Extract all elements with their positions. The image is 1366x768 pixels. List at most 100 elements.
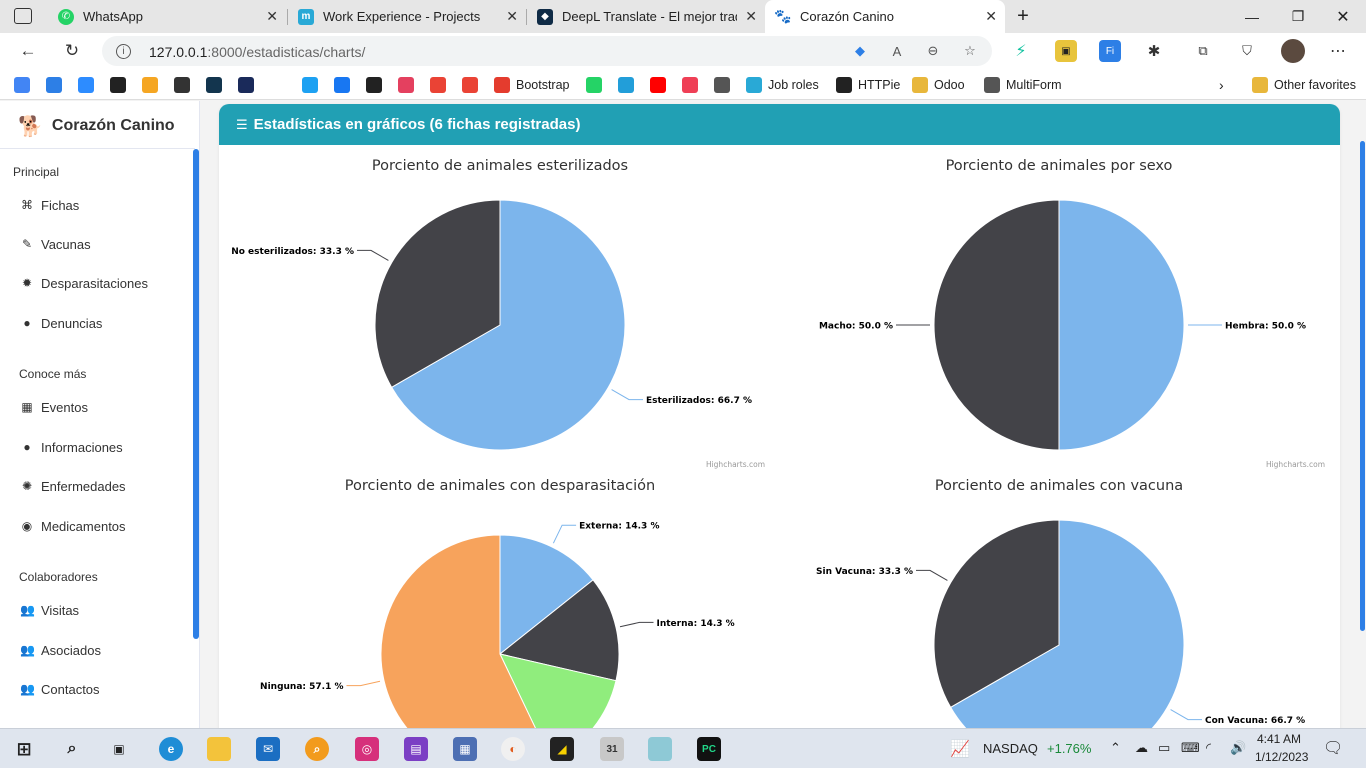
- bookmark-document[interactable]: [714, 76, 730, 94]
- bookmark-orange-circle[interactable]: [142, 76, 158, 94]
- main-scrollbar[interactable]: [1360, 141, 1365, 631]
- extension-icon[interactable]: ▣: [1055, 40, 1077, 62]
- calendar-app-icon[interactable]: 31: [600, 737, 624, 761]
- sidebar-item-denuncias[interactable]: ● Denuncias: [20, 313, 102, 333]
- tag-icon[interactable]: ◆: [850, 41, 870, 61]
- avatar[interactable]: [1281, 39, 1305, 63]
- close-icon[interactable]: ✕: [745, 8, 757, 25]
- tab-work-experience[interactable]: m Work Experience - Projects ✕: [288, 0, 526, 33]
- clapper-icon[interactable]: ▤: [404, 737, 428, 761]
- bookmark-pocket[interactable]: [682, 76, 698, 94]
- tab-actions-button[interactable]: [14, 8, 32, 24]
- edge-icon[interactable]: e: [159, 737, 183, 761]
- sidebar-item-informaciones[interactable]: ● Informaciones: [20, 437, 122, 457]
- bookmark-httpie[interactable]: HTTPie: [836, 76, 900, 94]
- bookmark-zoom[interactable]: [78, 76, 94, 94]
- sidebar-item-contactos[interactable]: 👥 Contactos: [20, 679, 100, 699]
- bookmark-telegram[interactable]: [618, 76, 634, 94]
- tab-deepl[interactable]: ◆ DeepL Translate - El mejor traduc ✕: [527, 0, 765, 33]
- bookmark-twitter[interactable]: [302, 76, 318, 94]
- file-explorer-icon[interactable]: [207, 737, 231, 761]
- sidebar-item-eventos[interactable]: ▦ Eventos: [20, 397, 88, 417]
- pycharm-icon[interactable]: PC: [697, 737, 721, 761]
- stock-name[interactable]: NASDAQ: [983, 741, 1038, 756]
- close-icon[interactable]: ✕: [266, 8, 278, 25]
- tab-whatsapp[interactable]: ✆ WhatsApp ✕: [48, 0, 286, 33]
- shield-icon[interactable]: ⛉: [1236, 40, 1258, 62]
- calculator-icon[interactable]: ▦: [453, 737, 477, 761]
- address-bar[interactable]: i 127.0.0.1:8000/estadisticas/charts/ ◆ …: [102, 36, 992, 66]
- bookmark-multiform[interactable]: MultiForm: [984, 76, 1062, 94]
- bookmark-youtube[interactable]: [650, 76, 666, 94]
- highcharts-credit[interactable]: Highcharts.com: [1266, 460, 1325, 469]
- bolt-icon[interactable]: ⚡: [1010, 40, 1032, 62]
- zoom-out-icon[interactable]: ⊖: [923, 41, 943, 61]
- close-icon[interactable]: ✕: [506, 8, 518, 25]
- cloud-icon[interactable]: ☁: [1135, 740, 1148, 756]
- sidebar-item-enfermedades[interactable]: ✺ Enfermedades: [20, 476, 126, 496]
- search-icon[interactable]: ⌕: [60, 737, 84, 761]
- chevron-up-icon[interactable]: ⌃: [1110, 740, 1121, 756]
- bookmark-gmail[interactable]: [462, 76, 478, 94]
- volume-icon[interactable]: 🔊: [1230, 740, 1246, 756]
- minimize-button[interactable]: —: [1229, 0, 1275, 33]
- restore-button[interactable]: ❐: [1275, 0, 1321, 33]
- task-view-icon[interactable]: ▣: [107, 737, 131, 761]
- close-icon[interactable]: ✕: [985, 8, 997, 25]
- sidebar-item-asociados[interactable]: 👥 Asociados: [20, 640, 101, 660]
- collections-icon[interactable]: ⧉: [1192, 40, 1214, 62]
- close-window-button[interactable]: ✕: [1320, 0, 1366, 33]
- more-menu-icon[interactable]: ⋯: [1327, 40, 1349, 62]
- bookmark-search[interactable]: [46, 76, 62, 94]
- clock-date[interactable]: 1/12/2023: [1255, 750, 1308, 764]
- sidebar-item-medicamentos[interactable]: ◉ Medicamentos: [20, 516, 126, 536]
- meet-now-icon[interactable]: ▭: [1158, 740, 1170, 756]
- bookmark-bootstrap[interactable]: Bootstrap: [494, 76, 570, 94]
- bookmark-instagram[interactable]: [398, 76, 414, 94]
- tab-corazon-canino[interactable]: 🐾 Corazón Canino ✕: [765, 0, 1005, 33]
- puzzle-icon[interactable]: ✱: [1143, 40, 1165, 62]
- pie-slice-macho[interactable]: [933, 199, 1060, 451]
- bookmark-job-roles[interactable]: Job roles: [746, 76, 819, 94]
- keyboard-icon[interactable]: ⌨: [1181, 740, 1200, 756]
- sidebar-item-visitas[interactable]: 👥 Visitas: [20, 600, 79, 620]
- bookmark-odoo[interactable]: Odoo: [912, 76, 965, 94]
- search-app-icon[interactable]: ⌕: [305, 737, 329, 761]
- bookmark-google[interactable]: [14, 76, 30, 94]
- instagram-icon[interactable]: ◎: [355, 737, 379, 761]
- new-tab-button[interactable]: +: [1000, 0, 1046, 33]
- windows-start-icon[interactable]: ⊞: [12, 737, 36, 761]
- brand[interactable]: 🐕 Corazón Canino: [18, 113, 175, 139]
- bookmark-github[interactable]: [366, 76, 382, 94]
- other-favorites-folder[interactable]: Other favorites: [1252, 76, 1356, 94]
- reload-button[interactable]: ↻: [58, 37, 86, 65]
- bookmarks-overflow-chevron-icon[interactable]: ›: [1219, 76, 1224, 94]
- info-icon[interactable]: i: [116, 44, 131, 59]
- bookmark-uci-square[interactable]: [238, 76, 254, 94]
- notifications-icon[interactable]: 🗨: [1323, 738, 1343, 758]
- bookmark-uci[interactable]: [110, 76, 126, 94]
- bookmark-facebook[interactable]: [334, 76, 350, 94]
- fi-extension-icon[interactable]: Fi: [1099, 40, 1121, 62]
- bookmark-circle-logo[interactable]: [206, 76, 222, 94]
- stock-change[interactable]: +1.76%: [1047, 741, 1091, 756]
- bookmark-gmail[interactable]: [430, 76, 446, 94]
- read-aloud-icon[interactable]: A: [887, 41, 907, 61]
- mail-icon[interactable]: ✉: [256, 737, 280, 761]
- sidebar-scrollbar[interactable]: [193, 149, 199, 639]
- pie-slice-hembra[interactable]: [1058, 199, 1185, 451]
- sidebar-item-fichas[interactable]: ⌘ Fichas: [20, 195, 79, 215]
- sidebar-item-vacunas[interactable]: ✎ Vacunas: [20, 234, 91, 254]
- notebook-icon[interactable]: [648, 737, 672, 761]
- bookmark-fire[interactable]: [174, 76, 190, 94]
- sticky-notes-icon[interactable]: ◢: [550, 737, 574, 761]
- back-button[interactable]: ←: [14, 37, 42, 65]
- wifi-icon[interactable]: ◜: [1206, 740, 1211, 756]
- chart-title: Porciento de animales por sexo: [946, 158, 1173, 174]
- favorite-star-icon[interactable]: ☆: [960, 41, 980, 61]
- vpn-icon[interactable]: ◐: [501, 737, 525, 761]
- bookmark-whatsapp[interactable]: [586, 76, 602, 94]
- highcharts-credit[interactable]: Highcharts.com: [706, 460, 765, 469]
- clock-time[interactable]: 4:41 AM: [1257, 732, 1301, 746]
- sidebar-item-desparasitaciones[interactable]: ✹ Desparasitaciones: [20, 273, 148, 293]
